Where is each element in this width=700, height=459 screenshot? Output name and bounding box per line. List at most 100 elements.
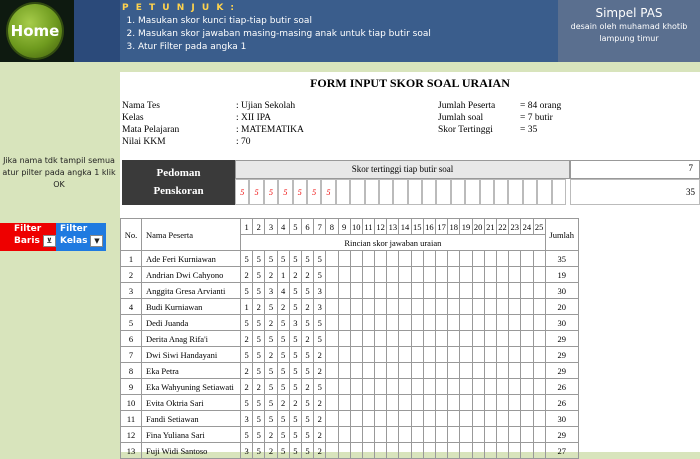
score-cell[interactable] bbox=[459, 330, 473, 347]
score-cell[interactable] bbox=[361, 410, 376, 427]
score-cell[interactable]: 5 bbox=[300, 394, 315, 411]
score-cell[interactable]: 2 bbox=[288, 266, 302, 283]
max-score-cell[interactable] bbox=[551, 179, 566, 205]
max-score-cell[interactable] bbox=[436, 179, 451, 205]
score-cell[interactable] bbox=[422, 362, 437, 379]
score-cell[interactable]: 5 bbox=[288, 410, 302, 427]
score-cell[interactable] bbox=[337, 314, 351, 331]
score-cell[interactable] bbox=[434, 330, 449, 347]
score-cell[interactable]: 5 bbox=[252, 442, 266, 459]
score-cell[interactable] bbox=[422, 410, 437, 427]
max-score-cell[interactable] bbox=[364, 179, 379, 205]
score-cell[interactable] bbox=[447, 362, 461, 379]
filter-baris-button[interactable]: Filter Baris ⊻ bbox=[0, 223, 56, 251]
score-cell[interactable] bbox=[434, 362, 449, 379]
score-cell[interactable] bbox=[483, 378, 497, 395]
score-cell[interactable]: 2 bbox=[300, 266, 315, 283]
max-score-cell[interactable]: 5 bbox=[235, 179, 250, 205]
score-cell[interactable]: 5 bbox=[313, 250, 327, 267]
score-cell[interactable] bbox=[337, 442, 351, 459]
score-cell[interactable] bbox=[337, 298, 351, 315]
max-score-cell[interactable]: 5 bbox=[321, 179, 336, 205]
score-cell[interactable] bbox=[508, 394, 522, 411]
score-cell[interactable] bbox=[374, 426, 388, 443]
score-cell[interactable] bbox=[447, 314, 461, 331]
score-cell[interactable] bbox=[459, 442, 473, 459]
score-cell[interactable]: 5 bbox=[276, 362, 290, 379]
score-cell[interactable] bbox=[532, 330, 546, 347]
score-cell[interactable] bbox=[398, 346, 412, 363]
score-cell[interactable] bbox=[349, 426, 363, 443]
score-cell[interactable] bbox=[447, 378, 461, 395]
max-score-cell[interactable] bbox=[537, 179, 552, 205]
score-cell[interactable] bbox=[520, 282, 534, 299]
score-cell[interactable] bbox=[422, 282, 437, 299]
score-cell[interactable] bbox=[520, 298, 534, 315]
score-cell[interactable] bbox=[361, 266, 376, 283]
score-cell[interactable]: 2 bbox=[264, 346, 278, 363]
score-cell[interactable]: 5 bbox=[239, 250, 254, 267]
score-cell[interactable]: 5 bbox=[276, 314, 290, 331]
score-cell[interactable] bbox=[349, 394, 363, 411]
filter-kelas-button[interactable]: Filter Kelas ▼ bbox=[56, 223, 106, 251]
score-cell[interactable] bbox=[361, 394, 376, 411]
score-cell[interactable] bbox=[386, 378, 400, 395]
score-cell[interactable] bbox=[325, 442, 339, 459]
score-cell[interactable] bbox=[447, 346, 461, 363]
score-cell[interactable] bbox=[422, 250, 437, 267]
score-cell[interactable] bbox=[520, 346, 534, 363]
score-cell[interactable]: 2 bbox=[264, 426, 278, 443]
score-cell[interactable] bbox=[386, 442, 400, 459]
score-cell[interactable] bbox=[374, 314, 388, 331]
score-cell[interactable] bbox=[325, 282, 339, 299]
score-cell[interactable]: 2 bbox=[288, 394, 302, 411]
score-cell[interactable] bbox=[532, 442, 546, 459]
score-cell[interactable]: 2 bbox=[264, 314, 278, 331]
score-cell[interactable] bbox=[459, 282, 473, 299]
max-score-cell[interactable] bbox=[350, 179, 365, 205]
score-cell[interactable] bbox=[325, 362, 339, 379]
score-cell[interactable] bbox=[447, 442, 461, 459]
score-cell[interactable]: 5 bbox=[288, 250, 302, 267]
score-cell[interactable] bbox=[483, 426, 497, 443]
score-cell[interactable]: 2 bbox=[264, 266, 278, 283]
score-cell[interactable] bbox=[483, 346, 497, 363]
score-cell[interactable] bbox=[520, 314, 534, 331]
max-score-cell[interactable] bbox=[450, 179, 466, 205]
score-cell[interactable] bbox=[349, 442, 363, 459]
score-cell[interactable] bbox=[410, 394, 424, 411]
score-cell[interactable]: 5 bbox=[313, 266, 327, 283]
score-cell[interactable] bbox=[325, 346, 339, 363]
score-cell[interactable] bbox=[386, 362, 400, 379]
score-cell[interactable] bbox=[508, 282, 522, 299]
score-cell[interactable]: 5 bbox=[252, 426, 266, 443]
score-cell[interactable] bbox=[471, 330, 485, 347]
score-cell[interactable] bbox=[459, 378, 473, 395]
max-score-cell[interactable] bbox=[335, 179, 351, 205]
score-cell[interactable]: 2 bbox=[264, 442, 278, 459]
score-cell[interactable]: 5 bbox=[264, 378, 278, 395]
score-cell[interactable]: 5 bbox=[276, 330, 290, 347]
score-cell[interactable]: 5 bbox=[252, 250, 266, 267]
score-cell[interactable] bbox=[386, 394, 400, 411]
score-cell[interactable] bbox=[483, 298, 497, 315]
score-cell[interactable] bbox=[471, 314, 485, 331]
score-cell[interactable] bbox=[434, 442, 449, 459]
score-cell[interactable]: 2 bbox=[252, 298, 266, 315]
score-cell[interactable]: 5 bbox=[288, 298, 302, 315]
score-cell[interactable]: 2 bbox=[313, 394, 327, 411]
score-cell[interactable] bbox=[520, 410, 534, 427]
score-cell[interactable]: 5 bbox=[288, 362, 302, 379]
score-cell[interactable] bbox=[374, 298, 388, 315]
score-cell[interactable] bbox=[422, 442, 437, 459]
score-cell[interactable] bbox=[471, 426, 485, 443]
score-cell[interactable] bbox=[361, 378, 376, 395]
score-cell[interactable] bbox=[337, 346, 351, 363]
score-cell[interactable] bbox=[520, 250, 534, 267]
score-cell[interactable] bbox=[325, 426, 339, 443]
max-score-cell[interactable]: 5 bbox=[306, 179, 322, 205]
score-cell[interactable] bbox=[508, 410, 522, 427]
score-cell[interactable]: 3 bbox=[313, 298, 327, 315]
score-cell[interactable] bbox=[495, 330, 510, 347]
score-cell[interactable] bbox=[520, 266, 534, 283]
